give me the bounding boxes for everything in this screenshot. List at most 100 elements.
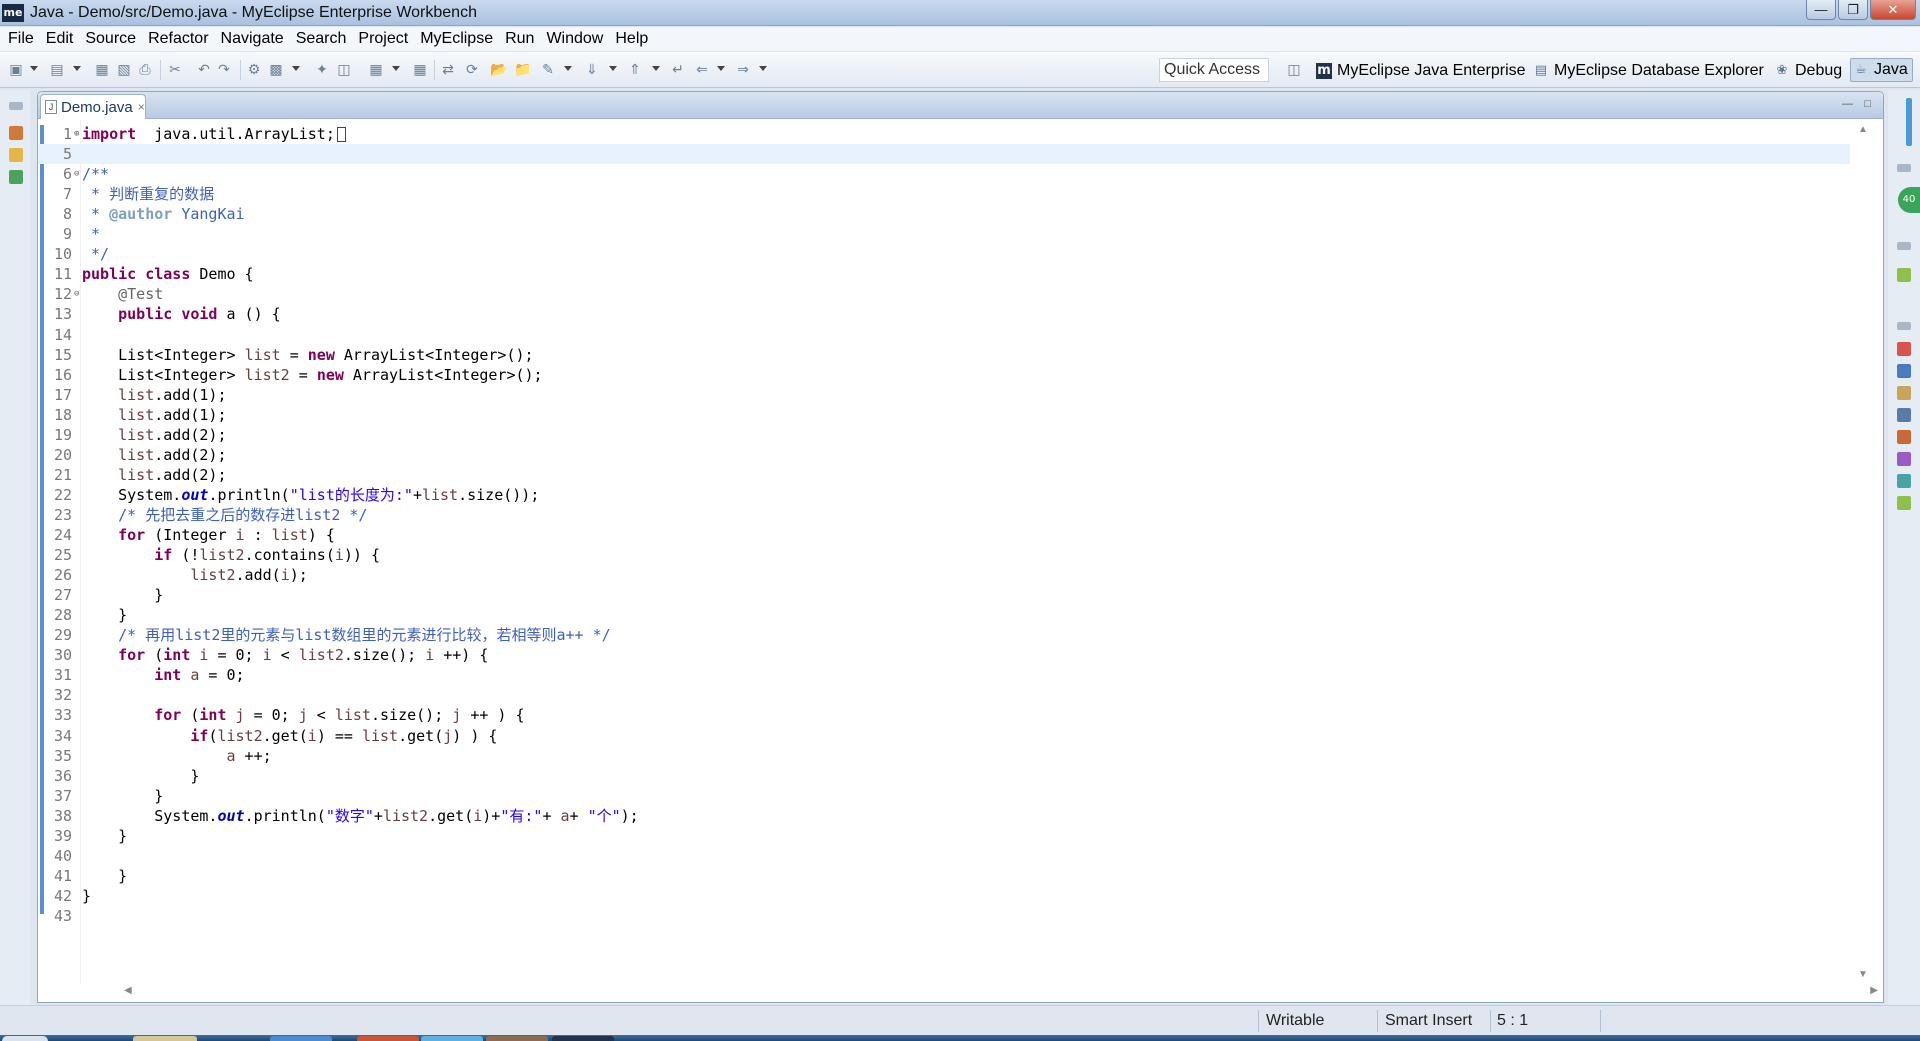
expand-fold-icon[interactable]: ⊕: [74, 124, 79, 144]
scroll-right-icon[interactable]: ▶: [1870, 985, 1878, 996]
image-preview-icon[interactable]: [1897, 474, 1911, 488]
collapse-fold-icon[interactable]: ⊖: [74, 284, 79, 304]
menu-search[interactable]: Search: [292, 30, 355, 48]
restore-icon[interactable]: [1897, 322, 1911, 330]
code-line[interactable]: 39 }: [38, 826, 1850, 846]
pen-icon[interactable]: ✎: [540, 62, 556, 78]
new-project-dropdown-arrow[interactable]: [73, 66, 81, 71]
code-line[interactable]: 19 list.add(2);: [38, 425, 1850, 445]
perspective-myeclipse-database-explorer[interactable]: ▤ MyEclipse Database Explorer: [1533, 60, 1764, 82]
code-line[interactable]: 26 list2.add(i);: [38, 565, 1850, 585]
code-line[interactable]: 17 list.add(1);: [38, 385, 1850, 405]
code-line[interactable]: 7 * 判断重复的数据: [38, 184, 1850, 204]
code-line[interactable]: 42}: [38, 886, 1850, 906]
code-line[interactable]: 23 /* 先把去重之后的数存进list2 */: [38, 505, 1850, 525]
taskbar-app-button[interactable]: [357, 1036, 419, 1041]
code-line[interactable]: 28 }: [38, 605, 1850, 625]
tab-demo-java[interactable]: J Demo.java ×: [40, 94, 146, 119]
code-line[interactable]: 40: [38, 846, 1850, 866]
code-line[interactable]: 29 /* 再用list2里的元素与list数组里的元素进行比较，若相等则a++…: [38, 625, 1850, 645]
taskbar-app-button[interactable]: [270, 1036, 332, 1041]
server-icon[interactable]: ▩: [268, 62, 284, 78]
code-line[interactable]: 30 for (int i = 0; i < list2.size(); i +…: [38, 645, 1850, 665]
menu-navigate[interactable]: Navigate: [217, 30, 292, 48]
menu-window[interactable]: Window: [542, 30, 611, 48]
code-line[interactable]: 37 }: [38, 786, 1850, 806]
new-project-icon[interactable]: ▤: [49, 62, 65, 78]
scroll-left-icon[interactable]: ◀: [124, 985, 132, 996]
maximize-icon[interactable]: □: [1864, 98, 1871, 110]
next-annotation-icon[interactable]: ⇓: [584, 62, 600, 78]
code-line[interactable]: 21 list.add(2);: [38, 465, 1850, 485]
tasks-icon[interactable]: [1897, 496, 1911, 510]
code-line[interactable]: 15 List<Integer> list = new ArrayList<In…: [38, 345, 1850, 365]
server-dropdown-arrow[interactable]: [292, 66, 300, 71]
menu-source[interactable]: Source: [81, 30, 144, 48]
declaration-icon[interactable]: [1897, 386, 1911, 400]
back-dropdown-arrow[interactable]: [717, 66, 725, 71]
forward-icon[interactable]: ⇒: [735, 62, 751, 78]
minimize-icon[interactable]: —: [1842, 98, 1853, 110]
maximize-icon[interactable]: ❐: [1838, 0, 1868, 20]
cut-icon[interactable]: ✂: [167, 62, 183, 78]
layout-icon[interactable]: ▦: [368, 62, 384, 78]
menu-refactor[interactable]: Refactor: [144, 30, 216, 48]
menu-file[interactable]: File: [4, 30, 42, 48]
close-icon[interactable]: ×: [138, 100, 145, 114]
scroll-down-icon[interactable]: ▼: [1858, 969, 1868, 980]
code-line[interactable]: 6 ⊖/**: [38, 164, 1850, 184]
forward-dropdown-arrow[interactable]: [759, 66, 767, 71]
open-folder-icon[interactable]: 📁: [514, 62, 531, 78]
layout-dropdown-arrow[interactable]: [392, 66, 400, 71]
code-line[interactable]: 11 public class Demo {: [38, 264, 1850, 284]
quick-access-input[interactable]: Quick Access: [1159, 58, 1269, 82]
code-line[interactable]: 34 if(list2.get(i) == list.get(j) ) {: [38, 726, 1850, 746]
scroll-up-icon[interactable]: ▲: [1858, 124, 1868, 135]
undo-icon[interactable]: ↶: [196, 62, 212, 78]
code-line[interactable]: 33 for (int j = 0; j < list.size(); j ++…: [38, 705, 1850, 725]
code-line[interactable]: 12 ⊖ @Test: [38, 284, 1850, 304]
hierarchy-icon[interactable]: [9, 148, 23, 162]
menu-run[interactable]: Run: [501, 30, 542, 48]
snippets-icon[interactable]: [1897, 452, 1911, 466]
code-line[interactable]: 14: [38, 325, 1850, 345]
collapse-fold-icon[interactable]: ⊖: [74, 164, 79, 184]
deploy-icon[interactable]: ⚙: [246, 62, 262, 78]
menu-project[interactable]: Project: [354, 30, 416, 48]
console-icon[interactable]: [1897, 408, 1911, 422]
menu-help[interactable]: Help: [611, 30, 656, 48]
minimize-icon[interactable]: —: [1806, 0, 1836, 20]
code-line[interactable]: 5: [38, 144, 1850, 165]
code-line[interactable]: 10 */: [38, 244, 1850, 264]
taskbar-app-button[interactable]: [486, 1036, 548, 1041]
code-editor[interactable]: 1 ⊕ import java.util.ArrayList; 5 6 ⊖/** 7 * 判…: [38, 120, 1850, 984]
javadoc-icon[interactable]: [1897, 364, 1911, 378]
perspective-debug[interactable]: ❀ Debug: [1774, 60, 1843, 82]
sync-icon[interactable]: ⇄: [440, 62, 456, 78]
pen-dropdown-arrow[interactable]: [564, 66, 572, 71]
code-line[interactable]: 22 System.out.println("list的长度为:"+list.s…: [38, 485, 1850, 505]
table-icon[interactable]: ▦: [412, 62, 428, 78]
last-edit-icon[interactable]: ↵: [670, 62, 686, 78]
leaf-icon[interactable]: [1897, 268, 1911, 282]
code-line[interactable]: 43: [38, 906, 1850, 926]
code-line[interactable]: 25 if (!list2.contains(i)) {: [38, 545, 1850, 565]
code-line[interactable]: 31 int a = 0;: [38, 665, 1850, 685]
code-line[interactable]: 35 a ++;: [38, 746, 1850, 766]
new-dropdown-arrow[interactable]: [30, 66, 38, 71]
print-icon[interactable]: ⎙: [137, 62, 153, 78]
restore-icon[interactable]: [1897, 164, 1911, 172]
refresh-icon[interactable]: ⟳: [464, 62, 480, 78]
perspective-myeclipse-java-enterprise[interactable]: m MyEclipse Java Enterprise: [1316, 60, 1526, 82]
back-icon[interactable]: ⇐: [694, 62, 710, 78]
prev-annotation-dropdown-arrow[interactable]: [652, 66, 660, 71]
restore-icon[interactable]: [1897, 242, 1911, 250]
code-line[interactable]: 41 }: [38, 866, 1850, 886]
code-line[interactable]: 38 System.out.println("数字"+list2.get(i)+…: [38, 806, 1850, 826]
taskbar-app-button[interactable]: [552, 1036, 614, 1041]
code-line[interactable]: 27 }: [38, 585, 1850, 605]
navigator-icon[interactable]: [9, 170, 23, 184]
vertical-scrollbar[interactable]: ▲ ▼: [1855, 120, 1873, 984]
code-line[interactable]: 18 list.add(1);: [38, 405, 1850, 425]
prev-annotation-icon[interactable]: ⇑: [627, 62, 643, 78]
